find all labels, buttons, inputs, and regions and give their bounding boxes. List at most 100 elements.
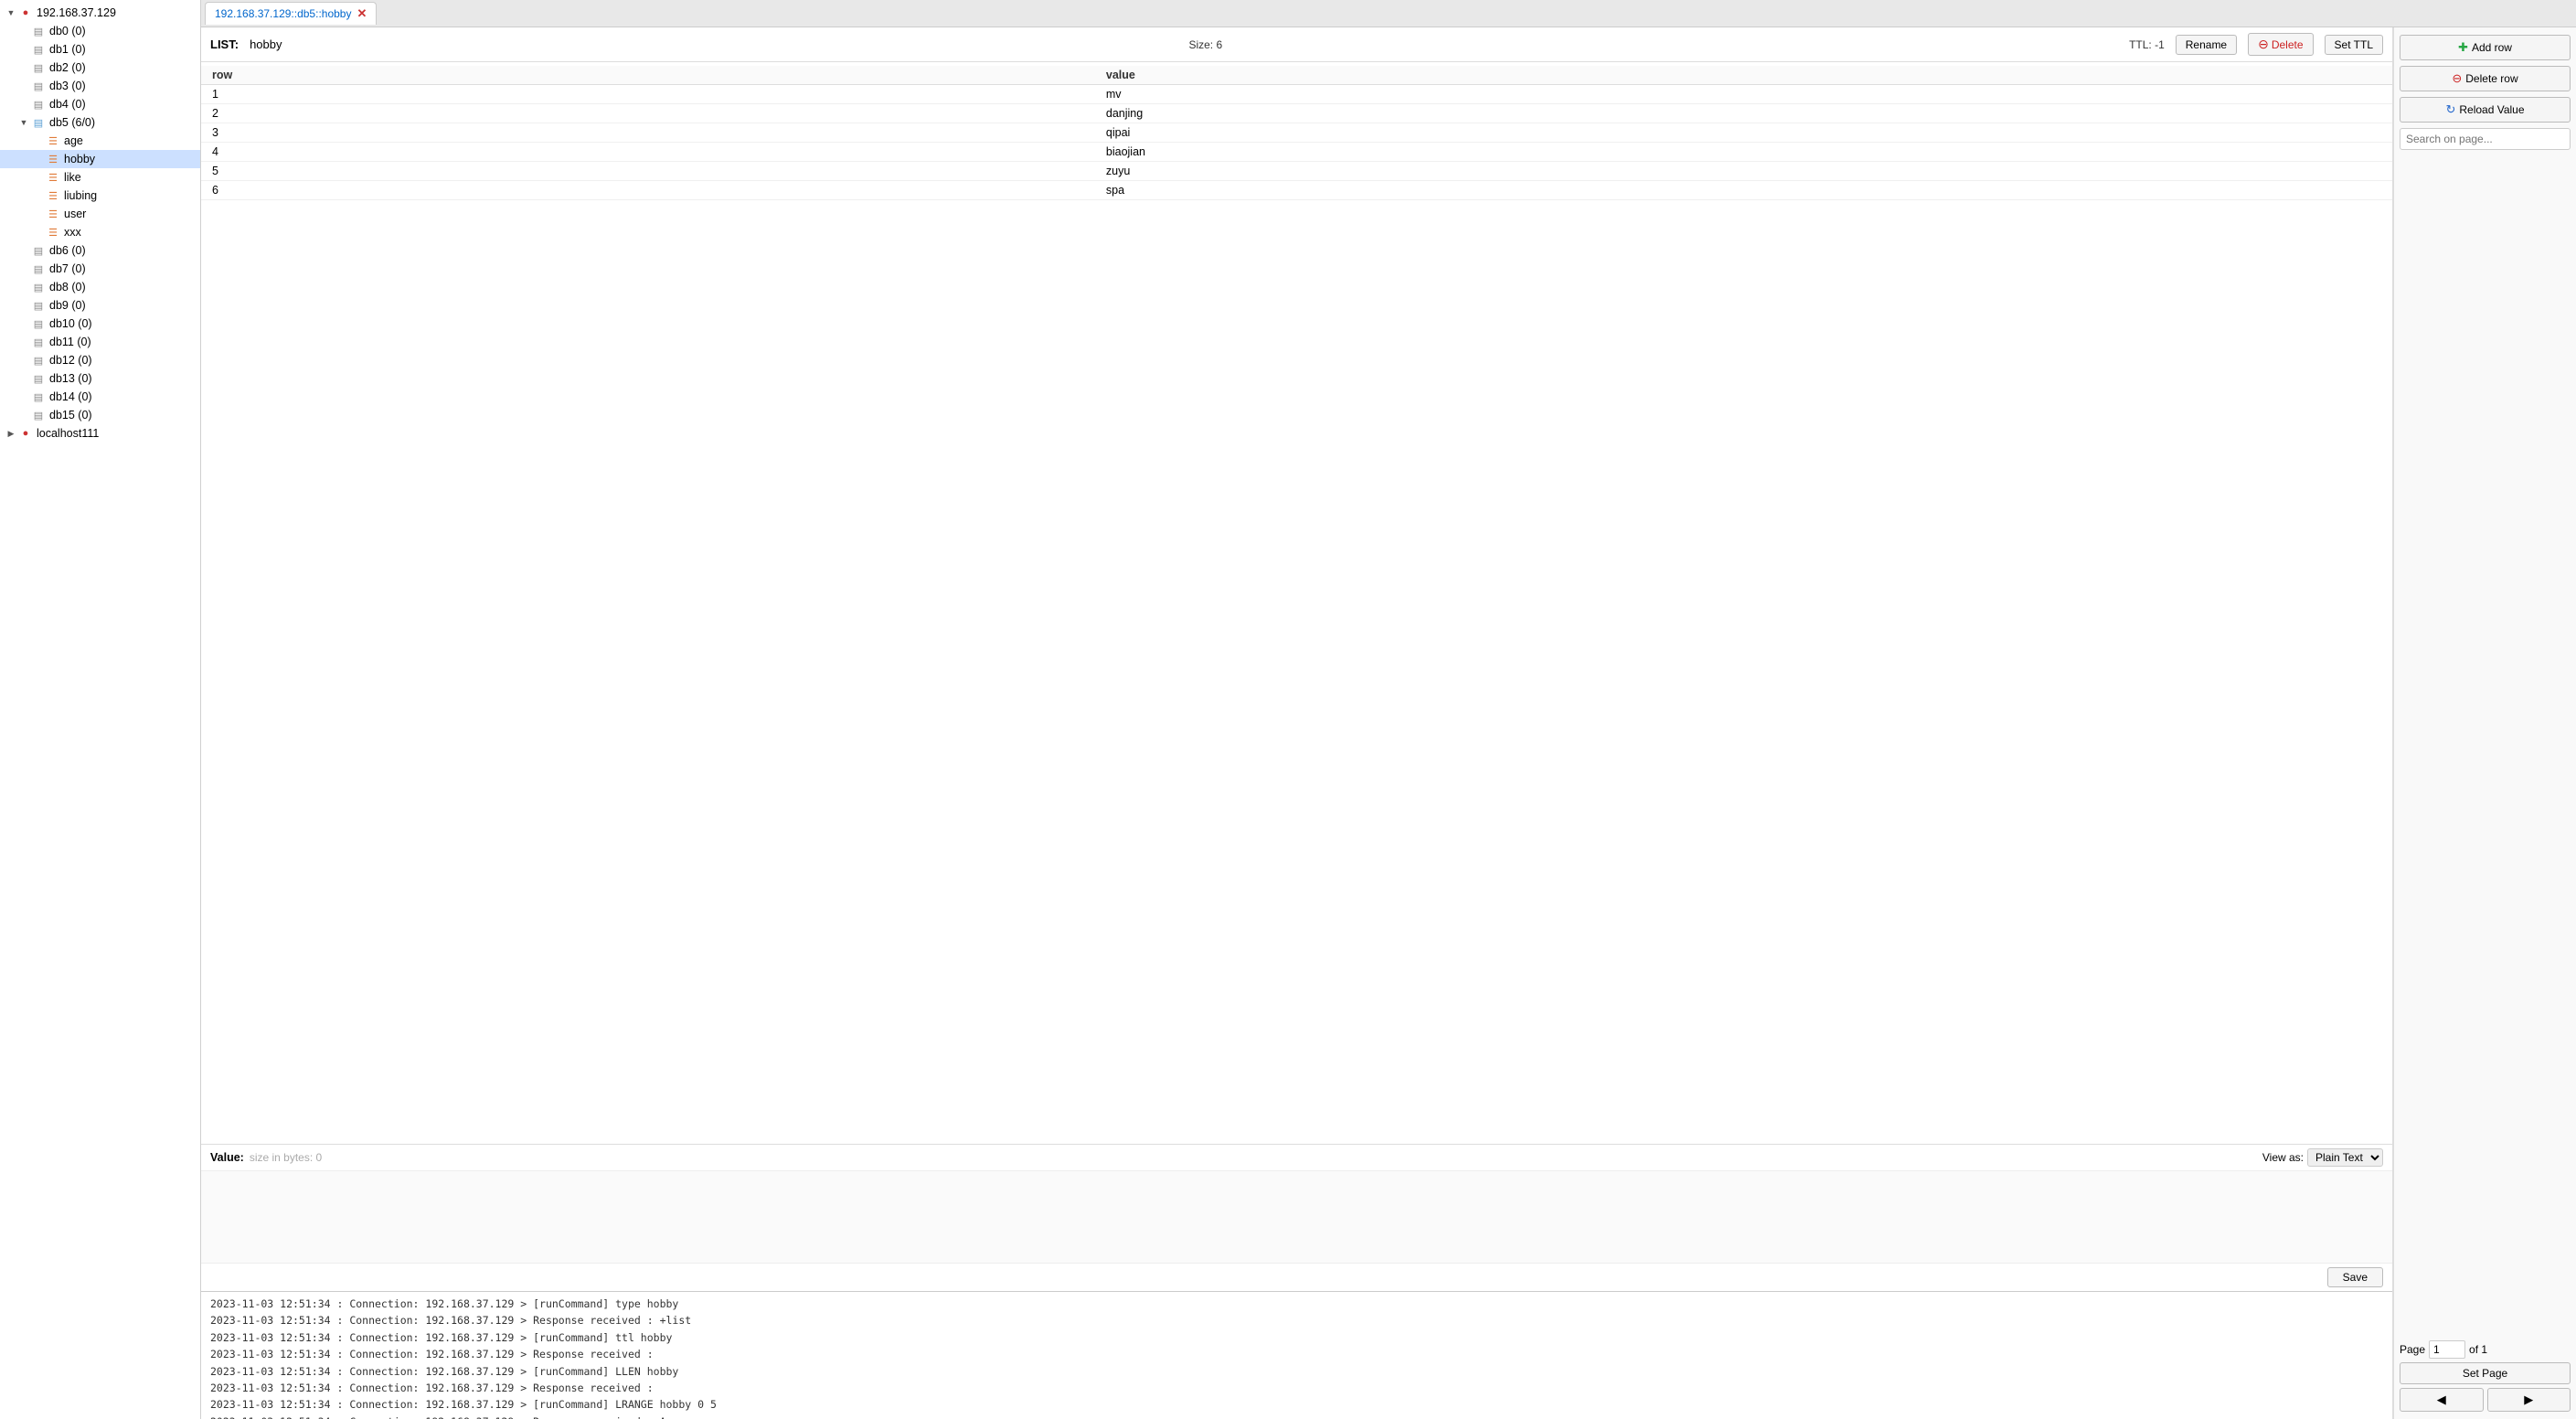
list-key-icon: ☰ <box>46 170 60 185</box>
save-button[interactable]: Save <box>2327 1267 2383 1287</box>
add-row-button[interactable]: ✚ Add row <box>2400 35 2571 60</box>
page-input[interactable] <box>2429 1340 2465 1359</box>
key-chevron <box>33 190 44 201</box>
cell-value: spa <box>1095 181 2392 200</box>
search-on-page-input[interactable] <box>2400 128 2571 150</box>
key-item-xxx[interactable]: ☰xxx <box>0 223 200 241</box>
db-item-db6[interactable]: ▤db6 (0) <box>0 241 200 260</box>
reload-value-button[interactable]: ↻ Reload Value <box>2400 97 2571 123</box>
cell-value: biaojian <box>1095 143 2392 162</box>
delete-button[interactable]: ⊖ Delete <box>2248 33 2313 56</box>
db-icon: ▤ <box>31 60 46 75</box>
db-item-db12[interactable]: ▤db12 (0) <box>0 351 200 369</box>
db-chevron <box>18 263 29 274</box>
key-item-age[interactable]: ☰age <box>0 132 200 150</box>
db-item-db15[interactable]: ▤db15 (0) <box>0 406 200 424</box>
value-header: Value: size in bytes: 0 View as: Plain T… <box>201 1145 2392 1171</box>
db-item-db4[interactable]: ▤db4 (0) <box>0 95 200 113</box>
db-item-db2[interactable]: ▤db2 (0) <box>0 59 200 77</box>
cell-row: 1 <box>201 85 1095 104</box>
db-item-db10[interactable]: ▤db10 (0) <box>0 315 200 333</box>
center-panel: LIST: hobby Size: 6 TTL: -1 Rename ⊖ Del… <box>201 27 2393 1419</box>
next-page-button[interactable]: ▶ <box>2487 1388 2571 1412</box>
value-textarea[interactable] <box>201 1171 2392 1263</box>
db-item-db11[interactable]: ▤db11 (0) <box>0 333 200 351</box>
log-line: 2023-11-03 12:51:34 : Connection: 192.16… <box>210 1346 2383 1362</box>
cell-value: mv <box>1095 85 2392 104</box>
key-item-hobby[interactable]: ☰hobby <box>0 150 200 168</box>
db-label: db6 (0) <box>49 244 86 257</box>
view-as-select[interactable]: Plain TextJSONHexBinary <box>2307 1148 2383 1167</box>
db-label: db15 (0) <box>49 409 92 421</box>
db-item-db5[interactable]: ▼▤db5 (6/0) <box>0 113 200 132</box>
log-line: 2023-11-03 12:51:34 : Connection: 192.16… <box>210 1296 2383 1312</box>
db-item-db0[interactable]: ▤db0 (0) <box>0 22 200 40</box>
log-line: 2023-11-03 12:51:34 : Connection: 192.16… <box>210 1363 2383 1380</box>
db-item-db8[interactable]: ▤db8 (0) <box>0 278 200 296</box>
cell-row: 5 <box>201 162 1095 181</box>
db-item-db1[interactable]: ▤db1 (0) <box>0 40 200 59</box>
cell-value: zuyu <box>1095 162 2392 181</box>
db-label: db12 (0) <box>49 354 92 367</box>
delete-row-label: Delete row <box>2465 72 2517 85</box>
db-item-db7[interactable]: ▤db7 (0) <box>0 260 200 278</box>
db-item-db13[interactable]: ▤db13 (0) <box>0 369 200 388</box>
list-key-icon: ☰ <box>46 207 60 221</box>
server-node[interactable]: ▼ ● 192.168.37.129 <box>0 4 200 22</box>
db-item-db3[interactable]: ▤db3 (0) <box>0 77 200 95</box>
prev-page-button[interactable]: ◀ <box>2400 1388 2484 1412</box>
db-label: db10 (0) <box>49 317 92 330</box>
set-page-button[interactable]: Set Page <box>2400 1362 2571 1384</box>
tab-label: 192.168.37.129::db5::hobby <box>215 7 351 20</box>
table-row[interactable]: 3qipai <box>201 123 2392 143</box>
key-item-like[interactable]: ☰like <box>0 168 200 187</box>
key-item-liubing[interactable]: ☰liubing <box>0 187 200 205</box>
db-icon: ▤ <box>31 261 46 276</box>
db-label: db0 (0) <box>49 25 86 37</box>
db-label: db4 (0) <box>49 98 86 111</box>
db-item-db9[interactable]: ▤db9 (0) <box>0 296 200 315</box>
table-row[interactable]: 4biaojian <box>201 143 2392 162</box>
key-chevron <box>33 227 44 238</box>
view-as-label: View as: <box>2262 1151 2304 1164</box>
db-label: db9 (0) <box>49 299 86 312</box>
table-row[interactable]: 1mv <box>201 85 2392 104</box>
log-line: 2023-11-03 12:51:34 : Connection: 192.16… <box>210 1380 2383 1396</box>
db-label: db14 (0) <box>49 390 92 403</box>
list-header: LIST: hobby Size: 6 TTL: -1 Rename ⊖ Del… <box>201 27 2392 62</box>
table-row[interactable]: 5zuyu <box>201 162 2392 181</box>
list-name: hobby <box>250 37 282 51</box>
list-key-icon: ☰ <box>46 188 60 203</box>
localhost-label: localhost111 <box>37 427 99 440</box>
key-chevron <box>33 154 44 165</box>
key-chevron <box>33 135 44 146</box>
db-icon: ▤ <box>31 24 46 38</box>
server-icon: ● <box>18 5 33 20</box>
log-area: 2023-11-03 12:51:34 : Connection: 192.16… <box>201 1291 2392 1419</box>
localhost-node[interactable]: ▶ ● localhost111 <box>0 424 200 443</box>
table-area: row value 1mv2danjing3qipai4biaojian5zuy… <box>201 62 2392 1144</box>
col-row: row <box>201 66 1095 85</box>
table-row[interactable]: 6spa <box>201 181 2392 200</box>
key-item-user[interactable]: ☰user <box>0 205 200 223</box>
page-label: Page <box>2400 1343 2425 1356</box>
delete-icon: ⊖ <box>2452 71 2462 86</box>
db-chevron <box>18 318 29 329</box>
db-chevron <box>18 336 29 347</box>
db-label: db1 (0) <box>49 43 86 56</box>
reload-label: Reload Value <box>2459 103 2524 116</box>
active-tab[interactable]: 192.168.37.129::db5::hobby ✕ <box>205 2 377 25</box>
delete-row-button[interactable]: ⊖ Delete row <box>2400 66 2571 91</box>
db-chevron <box>18 355 29 366</box>
tab-bar: 192.168.37.129::db5::hobby ✕ <box>201 0 2576 27</box>
localhost-chevron: ▶ <box>5 428 16 439</box>
tab-close-btn[interactable]: ✕ <box>357 6 367 21</box>
col-value: value <box>1095 66 2392 85</box>
db-label: db3 (0) <box>49 80 86 92</box>
table-row[interactable]: 2danjing <box>201 104 2392 123</box>
rename-button[interactable]: Rename <box>2176 35 2237 55</box>
set-ttl-button[interactable]: Set TTL <box>2325 35 2383 55</box>
db-label: db8 (0) <box>49 281 86 293</box>
db-item-db14[interactable]: ▤db14 (0) <box>0 388 200 406</box>
db-chevron <box>18 99 29 110</box>
